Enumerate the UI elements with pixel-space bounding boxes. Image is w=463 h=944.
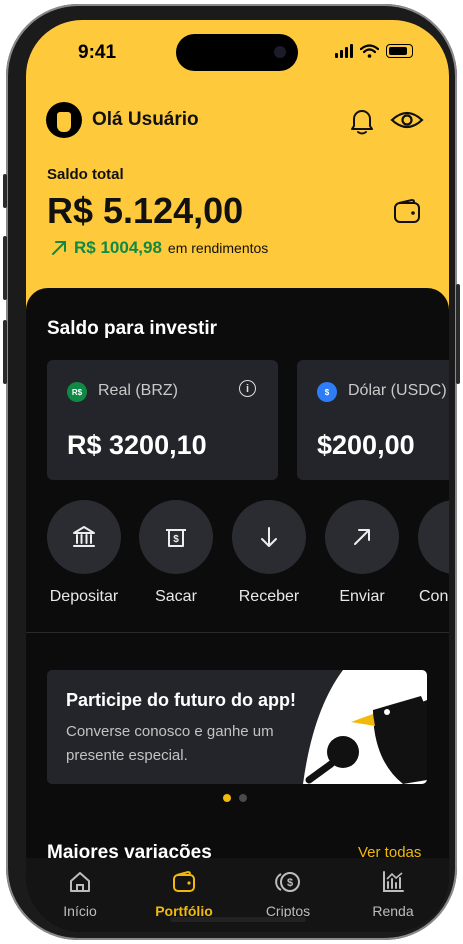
balance-label: Saldo total	[47, 166, 124, 183]
banner-subtitle: Converse conosco e ganhe um presente esp…	[66, 723, 274, 764]
action-label: Sacar	[155, 588, 197, 605]
earnings-text: em rendimentos	[167, 240, 269, 256]
invest-title: Saldo para investir	[47, 318, 218, 339]
action-label: Enviar	[339, 588, 385, 605]
withdraw-button[interactable]: $ Sacar	[131, 500, 221, 606]
card-amount: R$ 3200,10	[67, 430, 207, 460]
greeting: Olá Usuário	[92, 109, 199, 130]
phone-frame: 9:41 Olá Usuário Saldo total R$ 5.124,00…	[3, 4, 460, 940]
bird-mascot-icon	[303, 670, 427, 784]
screen: 9:41 Olá Usuário Saldo total R$ 5.124,00…	[26, 20, 449, 932]
action-button	[3, 174, 7, 208]
withdraw-icon: $	[166, 529, 186, 547]
convert-icon	[418, 500, 449, 574]
receive-button[interactable]: Receber	[224, 500, 314, 606]
carousel-dots[interactable]	[223, 794, 247, 802]
svg-text:$: $	[287, 877, 293, 889]
card-name: Real (BRZ)	[98, 382, 179, 399]
tab-inicio[interactable]: Início	[35, 870, 125, 919]
promo-banner[interactable]: Participe do futuro do app! Converse con…	[47, 670, 427, 784]
arrow-up-right-icon	[52, 241, 66, 255]
home-indicator[interactable]	[170, 917, 306, 922]
balance-value: R$ 5.124,00	[47, 190, 244, 231]
tab-portfolio[interactable]: Portfólio	[139, 870, 229, 919]
status-time: 9:41	[78, 42, 117, 63]
arrow-down-icon	[261, 527, 277, 547]
carousel-dot-active[interactable]	[223, 794, 231, 802]
action-label: Con	[419, 588, 449, 605]
battery-icon	[386, 44, 413, 58]
convert-button[interactable]: Con	[410, 500, 449, 606]
tab-criptos[interactable]: $ Criptos	[243, 870, 333, 919]
earnings-value: R$ 1004,98	[74, 238, 162, 257]
chart-icon	[383, 871, 404, 892]
divider	[26, 632, 449, 633]
earnings-row: R$ 1004,98 em rendimentos	[50, 238, 268, 258]
info-icon[interactable]: i	[239, 380, 256, 397]
dynamic-island	[176, 34, 298, 71]
arrow-up-right-icon	[354, 529, 370, 545]
volume-down-button	[3, 320, 7, 384]
home-icon	[70, 872, 90, 892]
usdc-coin-icon: $	[317, 382, 337, 402]
carousel-dot[interactable]	[239, 794, 247, 802]
banner-title: Participe do futuro do app!	[66, 690, 296, 710]
tab-renda[interactable]: Renda	[348, 870, 438, 919]
camera-icon	[274, 46, 286, 58]
avatar[interactable]	[46, 102, 82, 138]
bank-icon	[73, 526, 95, 547]
tab-bar: Início Portfólio $ Criptos Renda	[26, 858, 449, 932]
brz-coin-icon: R$	[67, 382, 87, 402]
power-button	[456, 284, 460, 384]
action-label: Receber	[238, 588, 300, 605]
svg-text:$: $	[173, 534, 179, 545]
send-button[interactable]: Enviar	[317, 500, 407, 606]
volume-up-button	[3, 236, 7, 300]
wifi-icon	[360, 44, 379, 58]
balance-card-usdc[interactable]: $ Dólar (USDC) $200,00	[297, 360, 449, 480]
card-amount: $200,00	[317, 430, 415, 460]
tab-label: Início	[63, 903, 97, 919]
bell-icon[interactable]	[348, 106, 376, 136]
action-label: Depositar	[49, 588, 119, 605]
card-name: Dólar (USDC)	[348, 382, 447, 399]
status-icons	[335, 44, 413, 58]
signal-icon	[335, 44, 353, 58]
coin-icon: $	[275, 872, 300, 892]
balance-card-brz[interactable]: R$ Real (BRZ) i R$ 3200,10	[47, 360, 278, 480]
eye-icon[interactable]	[390, 106, 424, 134]
wallet-icon[interactable]	[392, 198, 422, 226]
wallet-icon	[173, 870, 195, 892]
tab-label: Renda	[372, 903, 414, 919]
deposit-button[interactable]: Depositar	[39, 500, 129, 606]
